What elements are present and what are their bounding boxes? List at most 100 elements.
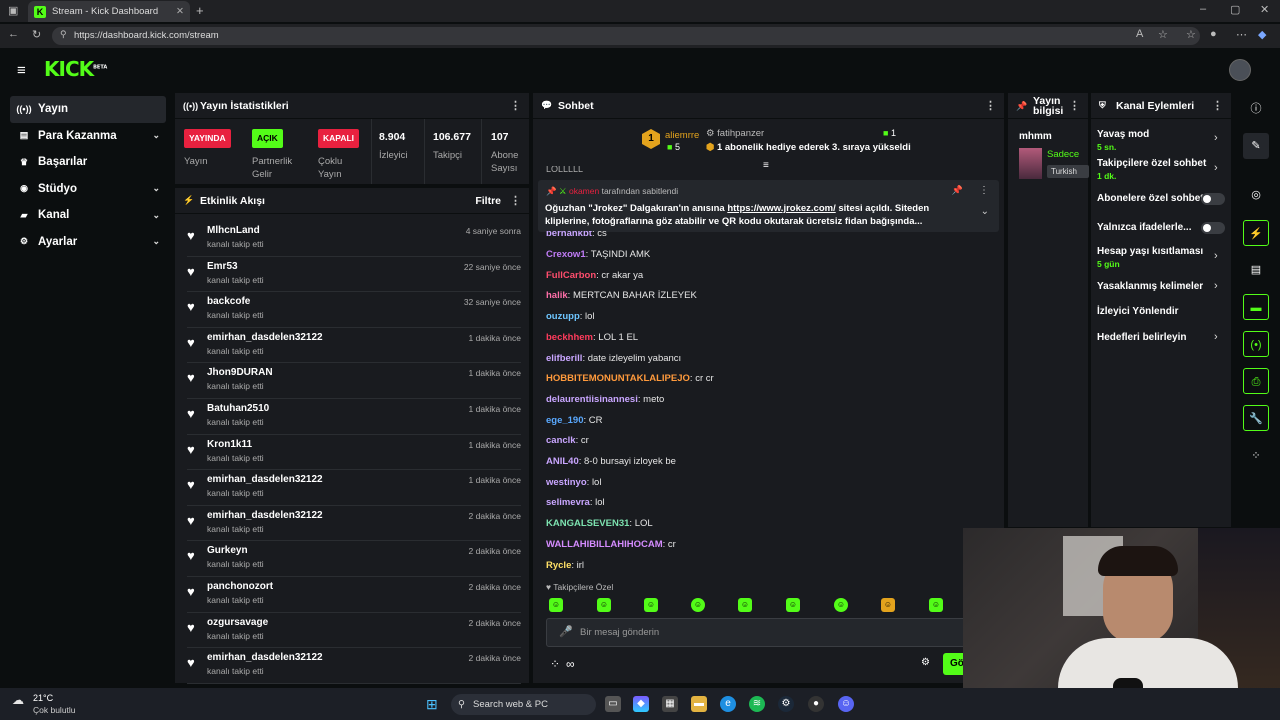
subscribers-only-toggle[interactable]: [1201, 193, 1225, 205]
more-icon[interactable]: ⋯: [1236, 28, 1247, 41]
activity-username[interactable]: emirhan_dasdelen32122: [207, 652, 323, 663]
chat-username[interactable]: ouzupp: [546, 311, 580, 322]
activity-username[interactable]: emirhan_dasdelen32122: [207, 332, 323, 343]
tab-actions-icon[interactable]: ▣: [8, 4, 18, 17]
chat-username[interactable]: Rycle: [546, 560, 571, 571]
activity-username[interactable]: emirhan_dasdelen32122: [207, 474, 323, 485]
chat-username[interactable]: canclk: [546, 435, 576, 446]
chat-username[interactable]: westinyo: [546, 477, 587, 488]
activity-row[interactable]: ♥ panchonozort kanalı takip etti 2 dakika ö…: [187, 577, 521, 613]
edge-icon[interactable]: e: [720, 696, 736, 712]
pinned-message[interactable]: 📌 ⚔ okamen tarafından sabitlendi 📌 ⋮ Oğu…: [538, 180, 999, 232]
spotify-icon[interactable]: ≋: [749, 696, 765, 712]
emote-icon[interactable]: ☺: [644, 598, 658, 612]
activity-row[interactable]: ♥ emirhan_dasdelen32122 kanalı takip etti 2…: [187, 506, 521, 542]
chat-username[interactable]: delaurentiisinannesi: [546, 394, 638, 405]
taskbar-search[interactable]: ⚲ Search web & PC: [451, 694, 596, 715]
pinned-link[interactable]: https://www.jrokez.com/: [727, 203, 835, 214]
activity-row[interactable]: ♥ Batuhan2510 kanalı takip etti 1 dakika ön…: [187, 399, 521, 435]
kebab-menu-icon[interactable]: ⋮: [979, 185, 989, 196]
chevron-right-icon[interactable]: ›: [1214, 250, 1218, 262]
sidebar-item-para-kazanma[interactable]: ▤ Para Kazanma ⌄: [10, 123, 166, 150]
info-icon[interactable]: ⓘ: [1243, 96, 1269, 122]
activity-username[interactable]: MlhcnLand: [207, 225, 260, 236]
chat-sort-icon[interactable]: ≡: [763, 160, 769, 171]
weather-temp[interactable]: 21°C: [33, 693, 53, 703]
chat-username[interactable]: beckhhem: [546, 332, 593, 343]
copilot-icon[interactable]: ◆: [1258, 28, 1266, 41]
banned-words-item[interactable]: Yasaklanmış kelimeler: [1097, 281, 1203, 292]
activity-username[interactable]: emirhan_dasdelen32122: [207, 510, 323, 521]
github-icon[interactable]: ●: [808, 696, 824, 712]
sidebar-item-studyo[interactable]: ◉ Stüdyo ⌄: [10, 176, 166, 203]
stat-yayin[interactable]: YAYINDA Yayın: [184, 129, 231, 168]
store-icon[interactable]: ▦: [662, 696, 678, 712]
emote-icon[interactable]: ☺: [834, 598, 848, 612]
microphone-icon[interactable]: 🎤: [559, 625, 573, 638]
apps-icon[interactable]: ⁘: [1243, 443, 1269, 469]
chat-icon[interactable]: ▬: [1243, 294, 1269, 320]
printer-icon[interactable]: ⎙: [1243, 368, 1269, 394]
emote-icon[interactable]: ☺: [738, 598, 752, 612]
activity-username[interactable]: Kron1k11: [207, 439, 252, 450]
maximize-icon[interactable]: ▢: [1230, 3, 1240, 16]
stat-partner[interactable]: AÇIK Partnerlik Gelir: [252, 129, 292, 181]
sidebar-item-ayarlar[interactable]: ⚙ Ayarlar ⌄: [10, 229, 166, 256]
close-tab-icon[interactable]: ✕: [176, 6, 184, 17]
notes-icon[interactable]: ▤: [1243, 257, 1269, 283]
activity-row[interactable]: ♥ Emr53 kanalı takip etti 22 saniye önce: [187, 257, 521, 293]
site-info-icon[interactable]: ⚲: [60, 29, 67, 40]
close-window-icon[interactable]: ✕: [1260, 3, 1269, 16]
emote-icon[interactable]: ☺: [786, 598, 800, 612]
windows-start-icon[interactable]: ⊞: [426, 696, 438, 713]
gift-user[interactable]: aliemrre: [665, 130, 699, 141]
activity-row[interactable]: ♥ ozgursavage kanalı takip etti 2 dakika ön…: [187, 613, 521, 649]
activity-username[interactable]: Jhon9DURAN: [207, 367, 273, 378]
activity-username[interactable]: Gurkeyn: [207, 545, 248, 556]
broadcast-icon[interactable]: (•): [1243, 331, 1269, 357]
weather-desc[interactable]: Çok bulutlu: [33, 705, 76, 715]
wrench-icon[interactable]: 🔧: [1243, 405, 1269, 431]
chevron-down-icon[interactable]: ⌄: [981, 206, 989, 217]
category-thumbnail[interactable]: [1019, 148, 1042, 179]
chat-username[interactable]: ANIL40: [546, 456, 579, 467]
filter-button[interactable]: Filtre: [475, 195, 501, 207]
browser-tab[interactable]: K Stream - Kick Dashboard ✕: [28, 1, 190, 22]
chat-input[interactable]: 🎤 Bir mesaj gönderin: [546, 618, 971, 647]
chat-username[interactable]: berhankbt: [546, 231, 592, 239]
stat-coklu[interactable]: KAPALI Çoklu Yayın: [318, 129, 360, 181]
unpin-icon[interactable]: 📌: [952, 185, 963, 196]
chat-username[interactable]: KANGALSEVEN31: [546, 518, 629, 529]
kebab-menu-icon[interactable]: ⋮: [1212, 99, 1223, 112]
kebab-menu-icon[interactable]: ⋮: [510, 99, 521, 112]
chat-username[interactable]: ege_190: [546, 415, 584, 426]
favorite-icon[interactable]: ☆: [1158, 28, 1168, 41]
activity-row[interactable]: ♥ emirhan_dasdelen32122 kanalı takip etti 1…: [187, 470, 521, 506]
chevron-right-icon[interactable]: ›: [1214, 280, 1218, 292]
lightning-icon[interactable]: ⚡: [1243, 220, 1269, 246]
chat-username[interactable]: FullCarbon: [546, 270, 596, 281]
user-avatar[interactable]: [1229, 59, 1251, 81]
slow-mode-item[interactable]: Yavaş mod 5 sn.: [1097, 129, 1149, 152]
activity-username[interactable]: ozgursavage: [207, 617, 268, 628]
chat-username[interactable]: WALLAHIBILLAHIHOCAM: [546, 539, 663, 550]
new-tab-icon[interactable]: +: [196, 3, 204, 18]
kebab-menu-icon[interactable]: ⋮: [1069, 100, 1080, 111]
file-explorer-icon[interactable]: ▬: [691, 696, 707, 712]
set-goals-item[interactable]: Hedefleri belirleyin: [1097, 332, 1186, 343]
activity-username[interactable]: Batuhan2510: [207, 403, 269, 414]
chat-username[interactable]: Crexow1: [546, 249, 586, 260]
kebab-menu-icon[interactable]: ⋮: [985, 99, 996, 112]
collections-icon[interactable]: ☆: [1186, 28, 1196, 41]
chevron-right-icon[interactable]: ›: [1214, 162, 1218, 174]
activity-username[interactable]: Emr53: [207, 261, 238, 272]
chat-settings-icon[interactable]: ⚙: [921, 657, 930, 668]
copilot-icon[interactable]: ◆: [633, 696, 649, 712]
chat-username[interactable]: elifberill: [546, 353, 582, 364]
activity-username[interactable]: backcofe: [207, 296, 250, 307]
account-age-item[interactable]: Hesap yaşı kısıtlaması 5 gün: [1097, 246, 1203, 269]
activity-username[interactable]: panchonozort: [207, 581, 273, 592]
sidebar-item-yayin[interactable]: ((•)) Yayın: [10, 96, 166, 123]
activity-row[interactable]: ♥ Gurkeyn kanalı takip etti 2 dakika önce: [187, 541, 521, 577]
read-aloud-icon[interactable]: A: [1136, 28, 1143, 40]
